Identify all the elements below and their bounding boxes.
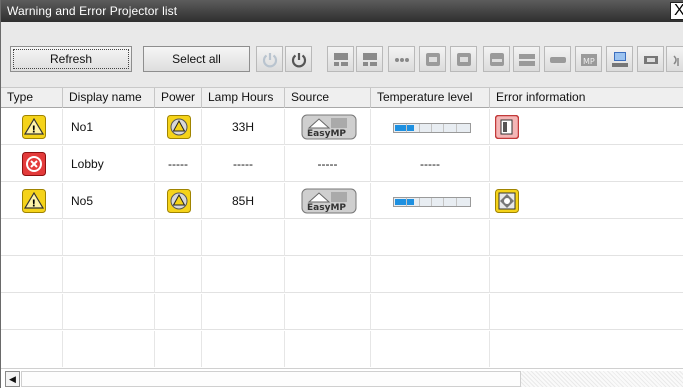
power-warning-icon [167,189,191,213]
temperature-bar-segment [443,198,444,206]
table-row[interactable]: ! No1 33H EasyMP [1,109,683,145]
column-header-lamp-hours[interactable]: Lamp Hours [202,88,285,108]
easymp-source-icon: EasyMP [301,188,357,214]
dvi-source-icon[interactable] [513,46,540,72]
grid-header: Type Display name Power Lamp Hours Sourc… [1,88,683,108]
scroll-left-arrow-icon[interactable]: ◀ [5,371,20,387]
temperature-bar-segment [431,198,432,206]
projector-list-window: Warning and Error Projector list X Refre… [0,0,683,388]
column-header-power[interactable]: Power [155,88,202,108]
temperature-bar-fill [395,125,414,131]
empty-row [1,220,683,256]
computer2-source-icon[interactable] [356,46,383,72]
mp-source-icon[interactable]: MP [575,46,602,72]
temperature-bar-segment [431,124,432,132]
error-information [490,146,683,182]
table-row[interactable]: ! No5 85H EasyMP [1,183,683,219]
temperature-bar-segment [443,124,444,132]
temperature-bar-segment [419,124,420,132]
easymp-icon[interactable] [637,46,664,72]
column-header-error-information[interactable]: Error information [490,88,683,108]
video-source-icon[interactable] [450,46,477,72]
power-status: ----- [155,146,202,182]
computer-network-icon[interactable] [606,46,633,72]
lamp-hours: 33H [202,109,285,145]
column-header-display-name[interactable]: Display name [63,88,155,108]
temperature-bar-segment [419,198,420,206]
svg-text:MP: MP [583,57,595,66]
empty-row [1,257,683,293]
table-row[interactable]: Lobby ----- ----- ----- ----- [1,146,683,182]
scrollbar-track[interactable] [21,371,521,387]
temperature-level: ----- [371,146,490,182]
easymp-source-icon: EasyMP [301,114,357,140]
temperature-bar-segment [456,198,457,206]
hdmi-source-icon[interactable] [483,46,510,72]
power-warning-icon [167,115,191,139]
lamp-hours: 85H [202,183,285,219]
temperature-bar-segment [406,198,407,206]
lamp-hours: ----- [202,146,285,182]
refresh-button[interactable]: Refresh [10,46,132,72]
temperature-bar-segment [456,124,457,132]
close-button[interactable]: X [670,2,683,20]
display-name: Lobby [63,146,155,182]
temperature-bar-segment [406,124,407,132]
air-filter-warning-icon [495,189,519,213]
warning-icon: ! [22,189,46,213]
display-name: No5 [63,183,155,219]
scrollbar-remainder [521,371,683,387]
empty-row [1,331,683,368]
select-all-button[interactable]: Select all [143,46,250,72]
warning-icon: ! [22,115,46,139]
svg-text:EasyMP: EasyMP [307,129,346,139]
svg-text:!: ! [32,199,37,210]
svg-text:EasyMP: EasyMP [307,203,346,213]
display-name: No1 [63,109,155,145]
s-video-source-icon[interactable] [419,46,446,72]
power-on-icon[interactable] [285,46,312,72]
horizontal-scrollbar[interactable]: ◀ [1,368,683,388]
column-header-temperature-level[interactable]: Temperature level [371,88,490,108]
lamp-cover-error-icon [495,115,519,139]
power-off-icon[interactable] [256,46,283,72]
toolbar: Refresh Select all MP [1,22,683,88]
error-icon [22,152,46,176]
temperature-bar [393,123,471,133]
computer-source-icon[interactable] [327,46,354,72]
usb-display-icon[interactable] [388,46,415,72]
svg-text:!: ! [32,125,37,136]
column-header-type[interactable]: Type [1,88,63,108]
window-title: Warning and Error Projector list [7,4,178,18]
projector-grid: Type Display name Power Lamp Hours Sourc… [1,88,683,368]
wireless-icon[interactable] [666,46,683,72]
empty-row [1,294,683,330]
column-header-source[interactable]: Source [285,88,371,108]
title-bar: Warning and Error Projector list X [1,0,683,22]
temperature-bar-fill [395,199,414,205]
temperature-bar [393,197,471,207]
lan-source-icon[interactable] [544,46,571,72]
source: ----- [285,146,371,182]
